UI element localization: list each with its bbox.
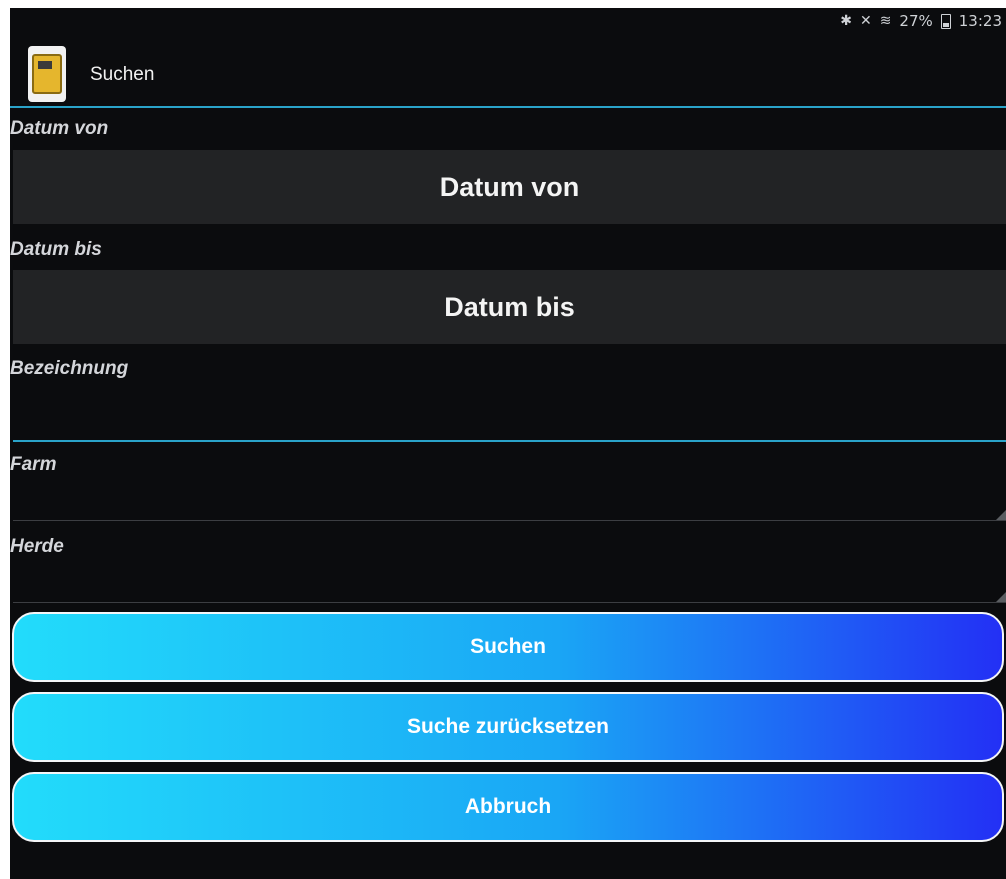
app-logo-device-icon xyxy=(28,46,66,102)
reset-search-button[interactable]: Suche zurücksetzen xyxy=(12,692,1004,762)
bezeichnung-input[interactable] xyxy=(13,392,1006,442)
farm-resize-icon xyxy=(996,510,1006,520)
bluetooth-icon: ✱ xyxy=(840,13,852,29)
status-time: 13:23 xyxy=(958,12,1002,30)
date-to-label: Datum bis xyxy=(10,239,102,260)
bezeichnung-label: Bezeichnung xyxy=(10,358,129,379)
status-bar: ✱ ✕ ≋ 27% 13:23 xyxy=(840,8,1006,34)
herde-input[interactable] xyxy=(13,554,1006,603)
battery-percent: 27% xyxy=(899,12,933,30)
date-from-button[interactable]: Datum von xyxy=(13,150,1006,224)
mute-icon: ✕ xyxy=(859,13,872,29)
search-button[interactable]: Suchen xyxy=(12,612,1004,682)
app-bar: Suchen xyxy=(10,34,1006,108)
herde-resize-icon xyxy=(996,592,1006,602)
screen: ✱ ✕ ≋ 27% 13:23 Suchen Datum von Datum v… xyxy=(10,8,1006,879)
page-title: Suchen xyxy=(90,64,155,85)
cancel-button[interactable]: Abbruch xyxy=(12,772,1004,842)
date-from-label: Datum von xyxy=(10,118,109,139)
farm-input[interactable] xyxy=(13,472,1006,521)
battery-icon xyxy=(940,13,951,29)
wifi-icon: ≋ xyxy=(879,13,892,29)
date-to-button[interactable]: Datum bis xyxy=(13,270,1006,344)
